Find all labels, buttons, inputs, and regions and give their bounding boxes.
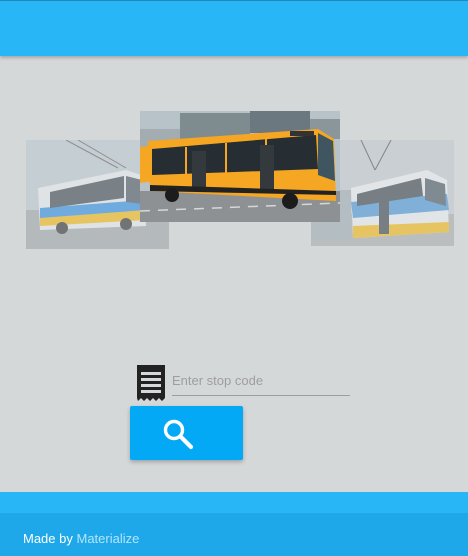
footer-credit: Made by Materialize [23,531,139,546]
bus-photo [140,111,340,222]
footer-band [0,492,468,513]
footer-made-by-text: Made by [23,531,73,546]
ticket-icon [135,365,167,401]
stop-code-input[interactable] [172,366,350,396]
carousel-item-bus[interactable] [140,111,340,222]
materialize-link[interactable]: Materialize [77,531,140,546]
search-icon [163,419,194,450]
search-button[interactable] [130,406,243,460]
vehicle-carousel[interactable] [0,0,468,300]
